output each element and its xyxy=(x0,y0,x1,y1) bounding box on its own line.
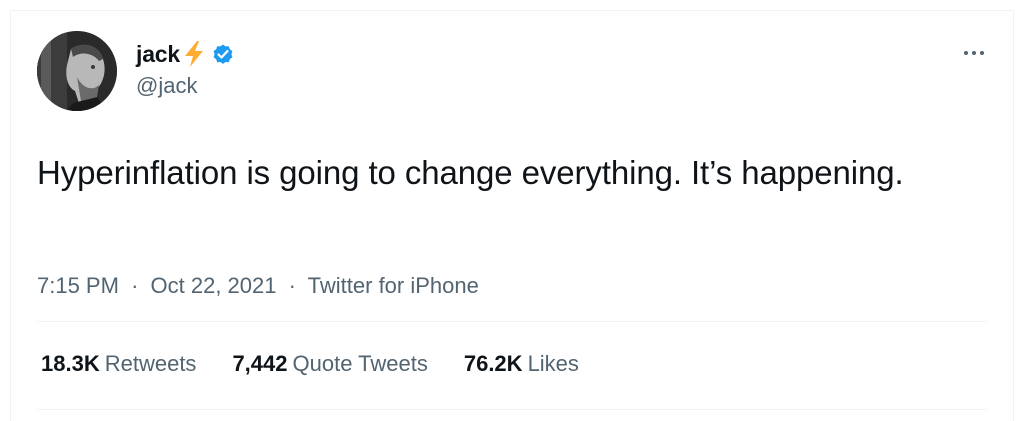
likes-count: 76.2K xyxy=(463,351,523,376)
quote-tweets-count: 7,442 xyxy=(232,351,288,376)
more-dot-icon xyxy=(972,51,976,55)
avatar-photo-icon xyxy=(37,31,117,111)
tweet-meta: 7:15 PM · Oct 22, 2021 · Twitter for iPh… xyxy=(37,273,479,299)
tweet-source[interactable]: Twitter for iPhone xyxy=(308,273,479,298)
user-names: jack @jack xyxy=(136,39,235,100)
lightning-bolt-icon xyxy=(184,41,203,67)
tweet-date[interactable]: Oct 22, 2021 xyxy=(151,273,277,298)
divider xyxy=(37,409,987,410)
tweet-card: jack @jack Hyperinflation is going to ch… xyxy=(10,10,1014,421)
avatar[interactable] xyxy=(37,31,117,111)
more-options-button[interactable] xyxy=(957,41,991,65)
display-name[interactable]: jack xyxy=(136,41,180,68)
likes-label: Likes xyxy=(527,351,579,376)
quote-tweets-stat[interactable]: 7,442 Quote Tweets xyxy=(232,351,427,377)
meta-separator: · xyxy=(288,273,296,298)
divider xyxy=(37,321,987,322)
user-handle[interactable]: @jack xyxy=(136,72,235,100)
tweet-time[interactable]: 7:15 PM xyxy=(37,273,119,298)
name-row: jack xyxy=(136,39,235,69)
retweets-label: Retweets xyxy=(104,351,197,376)
retweets-stat[interactable]: 18.3K Retweets xyxy=(41,351,196,377)
meta-separator: · xyxy=(131,273,139,298)
more-dot-icon xyxy=(980,51,984,55)
more-dot-icon xyxy=(964,51,968,55)
tweet-text: Hyperinflation is going to change everyt… xyxy=(37,154,904,191)
likes-stat[interactable]: 76.2K Likes xyxy=(464,351,579,377)
retweets-count: 18.3K xyxy=(41,351,100,376)
quote-tweets-label: Quote Tweets xyxy=(292,351,428,376)
tweet-stats: 18.3K Retweets 7,442 Quote Tweets 76.2K Lik… xyxy=(41,351,579,377)
verified-badge-icon xyxy=(213,44,233,64)
